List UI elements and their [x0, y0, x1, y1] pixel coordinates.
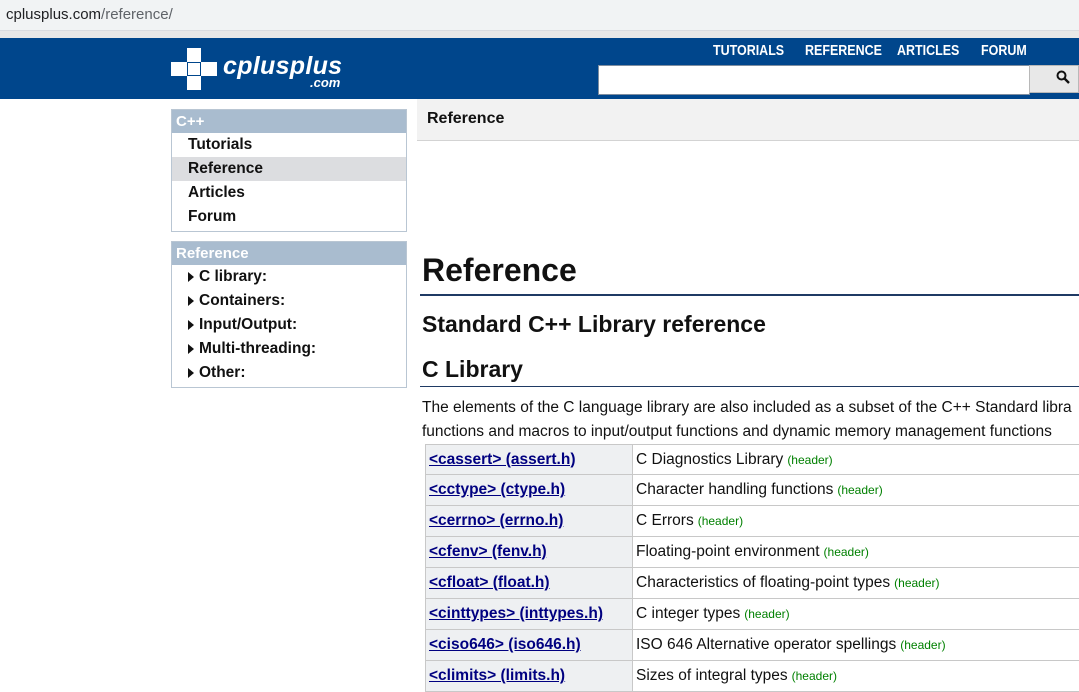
header-description: Floating-point environment — [636, 543, 820, 560]
logo-cross-icon — [171, 48, 217, 90]
sidebar-item-label: Containers: — [199, 292, 286, 309]
intro-line: functions and macros to input/output fun… — [422, 423, 1052, 440]
url-text[interactable]: cplusplus.com/reference/ — [6, 6, 173, 23]
table-row: <cfloat> (float.h) Characteristics of flo… — [425, 568, 1079, 599]
header-tag: (header) — [894, 576, 940, 590]
table-row: <cinttypes> (inttypes.h) C integer types(… — [425, 599, 1079, 630]
sidebar-reference-title: Reference — [172, 242, 406, 265]
site-logo[interactable]: cplusplus .com — [171, 46, 351, 92]
header-tag: (header) — [837, 483, 883, 497]
header-description-cell: Floating-point environment (header) — [633, 537, 1079, 568]
header-name-cell: <cerrno> (errno.h) — [425, 506, 633, 537]
section-divider — [420, 386, 1079, 387]
breadcrumb: Reference — [417, 99, 1079, 141]
header-link[interactable]: <cassert> (assert.h) — [429, 451, 575, 468]
header-description-cell: C Errors (header) — [633, 506, 1079, 537]
header-description-cell: Sizes of integral types (header) — [633, 661, 1079, 692]
table-row: <cfenv> (fenv.h) Floating-point environme… — [425, 537, 1079, 568]
nav-articles[interactable]: ARTICLES — [897, 43, 959, 59]
table-row: <cerrno> (errno.h) C Errors (header) — [425, 506, 1079, 537]
sidebar-cpp-box: C++ Tutorials Reference Articles Forum — [171, 109, 407, 232]
sidebar-item-multi-threading[interactable]: Multi-threading: — [172, 337, 406, 361]
sidebar-item-other[interactable]: Other: — [172, 361, 406, 385]
header-link[interactable]: <cfenv> (fenv.h) — [429, 543, 547, 560]
sidebar-item-articles[interactable]: Articles — [172, 181, 406, 205]
header-tag: (header) — [823, 545, 869, 559]
header-description: C Diagnostics Library — [636, 450, 784, 468]
expand-arrow-icon — [188, 320, 194, 330]
header-name-cell: <cfloat> (float.h) — [425, 568, 633, 599]
header-description-cell: Character handling functions (header) — [633, 475, 1079, 506]
site-header: cplusplus .com TUTORIALS REFERENCE ARTIC… — [0, 38, 1079, 99]
expand-arrow-icon — [188, 272, 194, 282]
search-input[interactable] — [598, 65, 1030, 95]
header-name-cell: <cctype> (ctype.h) — [425, 475, 633, 506]
c-library-table: <cassert> (assert.h) C Diagnostics Librar… — [425, 444, 1079, 692]
sidebar-item-input-output[interactable]: Input/Output: — [172, 313, 406, 337]
sidebar-item-label: C library: — [199, 268, 268, 285]
header-tag: (header) — [744, 607, 790, 621]
header-description: ISO 646 Alternative operator spellings — [636, 636, 897, 653]
sidebar-item-label: Multi-threading: — [199, 340, 317, 357]
expand-arrow-icon — [188, 344, 194, 354]
header-tag: (header) — [697, 514, 744, 528]
toolbar-divider — [0, 31, 1079, 38]
header-name-cell: <ciso646> (iso646.h) — [425, 630, 633, 661]
table-row: <ciso646> (iso646.h) ISO 646 Alternative … — [425, 630, 1079, 661]
address-bar[interactable]: cplusplus.com/reference/ — [0, 0, 1079, 31]
header-description-cell: C Diagnostics Library (header) — [633, 444, 1079, 475]
header-name-cell: <climits> (limits.h) — [425, 661, 633, 692]
nav-forum[interactable]: FORUM — [981, 43, 1031, 59]
intro-paragraph: The elements of the C language library a… — [422, 396, 1079, 444]
page-title: Reference — [422, 252, 577, 288]
header-link[interactable]: <cinttypes> (inttypes.h) — [429, 605, 603, 622]
sidebar-item-label: Input/Output: — [199, 316, 298, 333]
table-row: <cassert> (assert.h) C Diagnostics Librar… — [425, 444, 1079, 475]
header-link[interactable]: <cfloat> (float.h) — [429, 574, 550, 591]
header-tag: (header) — [791, 669, 837, 683]
table-row: <cctype> (ctype.h) Character handling fun… — [425, 475, 1079, 506]
sidebar-reference-box: Reference C library: Containers: Input/O… — [171, 241, 407, 388]
intro-line: The elements of the C language library a… — [422, 399, 1072, 416]
title-divider — [420, 294, 1079, 296]
header-name-cell: <cfenv> (fenv.h) — [425, 537, 633, 568]
breadcrumb-label: Reference — [427, 110, 505, 127]
header-tag: (header) — [787, 452, 833, 467]
expand-arrow-icon — [188, 368, 194, 378]
sidebar-item-tutorials[interactable]: Tutorials — [172, 133, 406, 157]
sidebar-item-label: Other: — [199, 364, 246, 381]
sidebar-item-c-library[interactable]: C library: — [172, 265, 406, 289]
table-row: <climits> (limits.h) Sizes of integral ty… — [425, 661, 1079, 692]
header-name-cell: <cassert> (assert.h) — [425, 444, 633, 475]
search-icon — [1056, 70, 1070, 88]
header-name-cell: <cinttypes> (inttypes.h) — [425, 599, 633, 630]
header-description: C integer types — [636, 605, 741, 622]
page-subtitle: Standard C++ Library reference — [422, 311, 766, 337]
url-host: cplusplus.com — [6, 6, 102, 23]
header-description: Sizes of integral types — [636, 667, 788, 684]
header-link[interactable]: <climits> (limits.h) — [429, 667, 565, 684]
header-description: Character handling functions — [636, 481, 834, 498]
logo-subtext: .com — [310, 75, 341, 90]
header-description-cell: C integer types (header) — [633, 599, 1079, 630]
expand-arrow-icon — [188, 296, 194, 306]
header-link[interactable]: <ciso646> (iso646.h) — [429, 636, 581, 653]
header-tag: (header) — [900, 638, 946, 652]
sidebar-item-reference[interactable]: Reference — [172, 157, 406, 181]
header-description: Characteristics of floating-point types — [636, 574, 891, 591]
header-description-cell: ISO 646 Alternative operator spellings (h… — [633, 630, 1079, 661]
nav-reference[interactable]: REFERENCE — [805, 43, 882, 59]
sidebar-item-forum[interactable]: Forum — [172, 205, 406, 229]
nav-tutorials[interactable]: TUTORIALS — [713, 43, 784, 59]
search-button[interactable] — [1029, 65, 1079, 93]
section-heading: C Library — [422, 356, 523, 382]
sidebar-cpp-title: C++ — [172, 110, 406, 133]
header-link[interactable]: <cctype> (ctype.h) — [429, 481, 565, 498]
url-path: /reference/ — [101, 6, 173, 23]
header-link[interactable]: <cerrno> (errno.h) — [429, 512, 563, 529]
top-navigation: TUTORIALS REFERENCE ARTICLES FORUM — [704, 43, 1048, 59]
header-description: C Errors — [636, 512, 694, 529]
header-description-cell: Characteristics of floating-point types(… — [633, 568, 1079, 599]
sidebar-item-containers[interactable]: Containers: — [172, 289, 406, 313]
